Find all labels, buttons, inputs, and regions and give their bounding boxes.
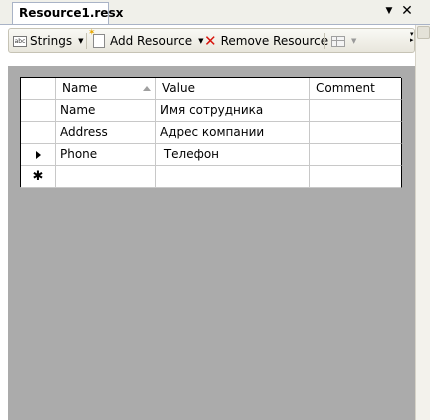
- strings-icon: abc: [13, 35, 27, 47]
- add-resource-button[interactable]: Add Resource ▼: [88, 28, 204, 50]
- name-cell-new[interactable]: [56, 166, 156, 188]
- toolbar-separator: [324, 33, 325, 49]
- value-cell[interactable]: Имя сотрудника: [156, 100, 310, 122]
- remove-resource-button[interactable]: ✕ Remove Resource: [204, 32, 328, 50]
- row-header[interactable]: [21, 122, 56, 144]
- column-header-name[interactable]: Name: [56, 78, 156, 100]
- delete-x-icon: ✕: [204, 32, 217, 50]
- name-cell[interactable]: Address: [56, 122, 156, 144]
- name-cell[interactable]: Name: [56, 100, 156, 122]
- comment-cell[interactable]: [310, 144, 402, 166]
- name-cell[interactable]: Phone: [56, 144, 156, 166]
- add-document-icon: [88, 28, 105, 48]
- strings-label: Strings: [30, 34, 73, 48]
- table-row: Phone Телефон: [21, 144, 402, 166]
- value-cell-new[interactable]: [156, 166, 310, 188]
- comment-cell[interactable]: [310, 100, 402, 122]
- vertical-scrollbar[interactable]: [415, 25, 430, 420]
- sort-ascending-icon: [143, 86, 151, 91]
- grid-view-icon: [331, 35, 345, 47]
- remove-resource-label: Remove Resource: [220, 34, 329, 48]
- new-row: ✱: [21, 166, 402, 188]
- row-header-new[interactable]: ✱: [21, 166, 56, 188]
- row-header[interactable]: [21, 100, 56, 122]
- tab-resource1-resx[interactable]: Resource1.resx: [12, 2, 123, 25]
- column-header-comment[interactable]: Comment: [310, 78, 402, 100]
- grid-header-row: Name Value Comment: [21, 78, 402, 100]
- current-row-arrow-icon: [35, 151, 41, 159]
- chevron-down-icon: ▼: [198, 37, 204, 45]
- add-resource-label: Add Resource: [110, 34, 193, 48]
- corner-header-cell[interactable]: [21, 78, 56, 100]
- row-header-current[interactable]: [21, 144, 56, 166]
- close-tab-icon[interactable]: ✕: [400, 4, 414, 18]
- table-row: Address Адрес компании: [21, 122, 402, 144]
- comment-cell[interactable]: [310, 122, 402, 144]
- new-row-asterisk-icon: ✱: [32, 169, 44, 184]
- resource-toolbar: abc Strings ▼ Add Resource ▼ ✕ Remove Re…: [8, 28, 415, 53]
- document-tab-strip: Resource1.resx ▼ ✕: [0, 0, 430, 25]
- views-dropdown-button[interactable]: ▼: [331, 32, 356, 50]
- chevron-down-icon: ▼: [351, 37, 357, 45]
- toolbar-separator: [86, 33, 87, 49]
- value-cell[interactable]: Адрес компании: [156, 122, 310, 144]
- strings-dropdown-button[interactable]: abc Strings ▼: [13, 32, 83, 50]
- value-cell[interactable]: Телефон: [156, 144, 310, 166]
- column-header-value[interactable]: Value: [156, 78, 310, 100]
- table-row: Name Имя сотрудника: [21, 100, 402, 122]
- tab-list-dropdown-icon[interactable]: ▼: [382, 4, 396, 18]
- resource-grid: Name Value Comment Name Имя сотрудника A…: [20, 77, 402, 188]
- comment-cell-new[interactable]: [310, 166, 402, 188]
- scroll-up-button[interactable]: [417, 26, 430, 39]
- chevron-down-icon: ▼: [78, 37, 84, 45]
